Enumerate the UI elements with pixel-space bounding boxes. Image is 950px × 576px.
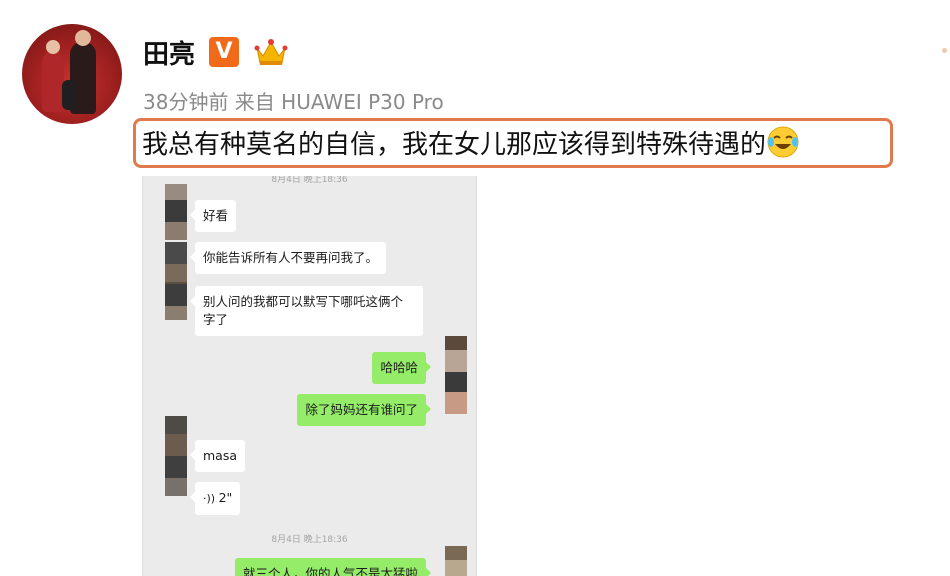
post-meta: 38分钟前 来自 HUAWEI P30 Pro: [143, 90, 444, 114]
voice-message: ·)) 2": [189, 482, 241, 515]
chat-message: 除了妈妈还有谁问了: [297, 394, 431, 426]
chat-screenshot: 8月4日 晚上18:36 好看 你能告诉所有人不要再问我了。 别人问的我都可以默…: [142, 176, 477, 576]
avatar-figure: [75, 30, 91, 46]
chat-timestamp: 8月4日 晚上18:36: [271, 176, 348, 185]
chat-message: masa: [189, 440, 246, 472]
blurred-avatar: [165, 184, 187, 240]
voice-icon: ·)): [203, 492, 219, 505]
chat-message: 别人问的我都可以默写下哪吒这俩个字了: [190, 286, 423, 336]
chat-message: 你能告诉所有人不要再问我了。: [189, 242, 387, 274]
avatar-figure: [62, 80, 76, 110]
crown-icon[interactable]: [254, 36, 288, 68]
blurred-avatar: [165, 416, 187, 496]
avatar-figure: [42, 52, 64, 112]
avatar-figure: [46, 40, 60, 54]
verified-badge-icon[interactable]: V: [209, 37, 239, 67]
post-content: 我总有种莫名的自信，我在女儿那应该得到特殊待遇的: [142, 124, 800, 161]
blurred-avatar: [445, 336, 467, 414]
avatar[interactable]: [22, 24, 122, 124]
blurred-avatar: [445, 546, 467, 576]
blurred-avatar: [165, 284, 187, 320]
chat-message: 就三个人，你的人气不是太猛啦: [234, 558, 432, 576]
post-text: 我总有种莫名的自信，我在女儿那应该得到特殊待遇的: [142, 130, 767, 160]
chat-message: 好看: [189, 200, 237, 232]
decorative-dot: [942, 48, 947, 53]
laughing-crying-emoji-icon: [767, 126, 799, 158]
username[interactable]: 田亮: [143, 34, 195, 71]
voice-duration: 2": [218, 490, 233, 505]
chat-message: 哈哈哈: [372, 352, 431, 384]
chat-timestamp: 8月4日 晚上18:36: [271, 535, 348, 545]
